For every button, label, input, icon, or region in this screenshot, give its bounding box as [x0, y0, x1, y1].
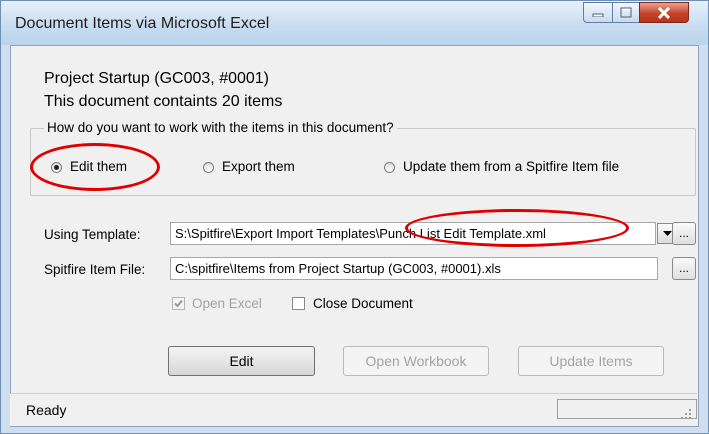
window-title: Document Items via Microsoft Excel — [15, 15, 270, 32]
title-bar[interactable]: Document Items via Microsoft Excel — [1, 1, 708, 45]
template-browse-button[interactable]: ... — [672, 222, 696, 245]
open-excel-label: Open Excel — [192, 296, 262, 311]
close-button[interactable] — [639, 2, 689, 23]
chevron-down-icon — [663, 230, 672, 236]
maximize-button[interactable] — [612, 2, 640, 23]
radio-update-label[interactable]: Update them from a Spitfire Item file — [403, 159, 619, 174]
open-workbook-button[interactable]: Open Workbook — [343, 346, 489, 376]
edit-them-highlight-ring — [30, 143, 160, 191]
minimize-button[interactable] — [583, 2, 613, 23]
item-file-label: Spitfire Item File: — [44, 262, 146, 277]
item-count-label: This document containts 20 items — [44, 93, 283, 110]
item-file-browse-button[interactable]: ... — [672, 257, 696, 280]
close-icon — [657, 6, 671, 19]
radio-export[interactable] — [203, 162, 214, 173]
template-label: Using Template: — [44, 227, 141, 242]
checkmark-icon — [174, 299, 183, 308]
minimize-icon — [592, 13, 604, 17]
update-items-button[interactable]: Update Items — [518, 346, 664, 376]
maximize-icon — [620, 7, 632, 18]
template-file-highlight-ring — [405, 209, 629, 247]
close-document-checkbox[interactable] — [292, 297, 305, 310]
template-path-prefix: S:\Spitfire\Export Import Templates\ — [175, 226, 380, 241]
close-document-label: Close Document — [313, 296, 413, 311]
status-text: Ready — [26, 402, 67, 418]
status-bar: Ready — [10, 393, 697, 426]
item-file-input[interactable]: C:\spitfire\Items from Project Startup (… — [170, 257, 658, 280]
resize-grip-icon[interactable] — [680, 408, 692, 420]
open-excel-checkbox[interactable] — [172, 297, 185, 310]
status-progress-panel — [557, 399, 697, 419]
document-name-label: Project Startup (GC003, #0001) — [44, 70, 270, 87]
radio-export-label[interactable]: Export them — [222, 159, 295, 174]
radio-update[interactable] — [384, 162, 395, 173]
mode-group-legend: How do you want to work with the items i… — [44, 120, 397, 135]
edit-button[interactable]: Edit — [168, 346, 315, 376]
